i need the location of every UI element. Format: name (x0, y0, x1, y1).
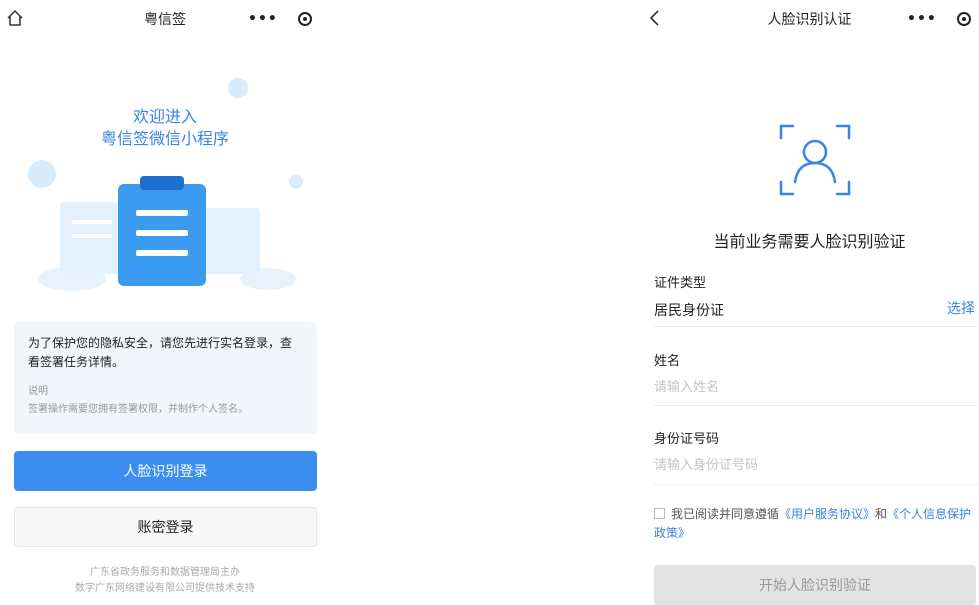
footer-support: 数字广东网络建设有限公司提供技术支持 (75, 583, 255, 594)
clipboard-line (136, 210, 188, 216)
agreement-prefix: 我已阅读并同意遵循 (671, 507, 780, 521)
mini-program-capsule: ••• (899, 5, 979, 33)
welcome-line2: 粤信签微信小程序 (100, 129, 229, 148)
privacy-tip-card: 为了保护您的隐私安全，请您先进行实名登录，查看签署任务详情。 说明 签署操作需要… (14, 322, 317, 434)
close-mini-program-icon[interactable] (298, 12, 312, 26)
start-face-verification-button[interactable]: 开始人脸识别验证 (654, 565, 976, 605)
name-input[interactable] (654, 377, 974, 397)
id-type-value: 居民身份证 (654, 303, 724, 319)
tip-note-text: 签署操作需要您拥有签署权限，并制作个人签名。 (28, 404, 248, 415)
more-icon[interactable]: ••• (907, 11, 937, 27)
footer: 广东省政务服务和数据管理局主办 数字广东网络建设有限公司提供技术支持 (0, 565, 330, 597)
clipboard-line (136, 250, 188, 256)
decor-bubble (228, 78, 248, 98)
tip-note-title: 说明 (28, 386, 48, 397)
id-type-label: 证件类型 (654, 276, 707, 291)
select-id-type-button[interactable]: 选择 (947, 298, 975, 318)
doc-back-right (198, 208, 260, 274)
welcome-text: 欢迎进入 粤信签微信小程序 (0, 106, 330, 150)
doc-line (72, 234, 112, 238)
doc-line (72, 220, 112, 224)
tip-main-text: 为了保护您的隐私安全，请您先进行实名登录，查看签署任务详情。 (28, 336, 293, 369)
agreement-and: 和 (875, 507, 888, 521)
divider (654, 326, 979, 327)
face-scan-icon (779, 124, 851, 196)
agreement-checkbox[interactable] (654, 508, 665, 519)
welcome-line1: 欢迎进入 (132, 107, 197, 126)
password-login-button[interactable]: 账密登录 (14, 507, 317, 547)
clipboard-line (136, 230, 188, 236)
login-screen: 粤信签 ••• 欢迎进入 粤信签微信小程序 为了保护您的隐私安全，请您先进行实名… (0, 0, 330, 605)
divider (654, 405, 979, 406)
agreement-row: 我已阅读并同意遵循《用户服务协议》和《个人信息保护政策》 (654, 505, 974, 543)
close-mini-program-icon[interactable] (957, 12, 971, 26)
footer-organizer: 广东省政务服务和数据管理局主办 (90, 567, 240, 578)
user-service-agreement-link[interactable]: 《用户服务协议》 (779, 507, 875, 521)
face-auth-screen: 人脸识别认证 ••• 当前业务需要人脸识别验证 证件类型 居民身份证 选择 姓名… (640, 0, 979, 605)
face-login-button[interactable]: 人脸识别登录 (14, 451, 317, 491)
decor-bubble (28, 160, 56, 188)
auth-heading: 当前业务需要人脸识别验证 (713, 232, 906, 251)
clipboard-clip (140, 176, 184, 190)
more-icon[interactable]: ••• (248, 11, 278, 27)
id-number-input[interactable] (654, 455, 974, 475)
id-number-label: 身份证号码 (654, 432, 720, 447)
decor-bubble (289, 175, 303, 189)
divider (654, 484, 979, 485)
nav-bar: 人脸识别认证 ••• (640, 0, 979, 40)
mini-program-capsule: ••• (240, 5, 320, 33)
nav-bar: 粤信签 ••• (0, 0, 330, 40)
name-label: 姓名 (654, 354, 681, 369)
